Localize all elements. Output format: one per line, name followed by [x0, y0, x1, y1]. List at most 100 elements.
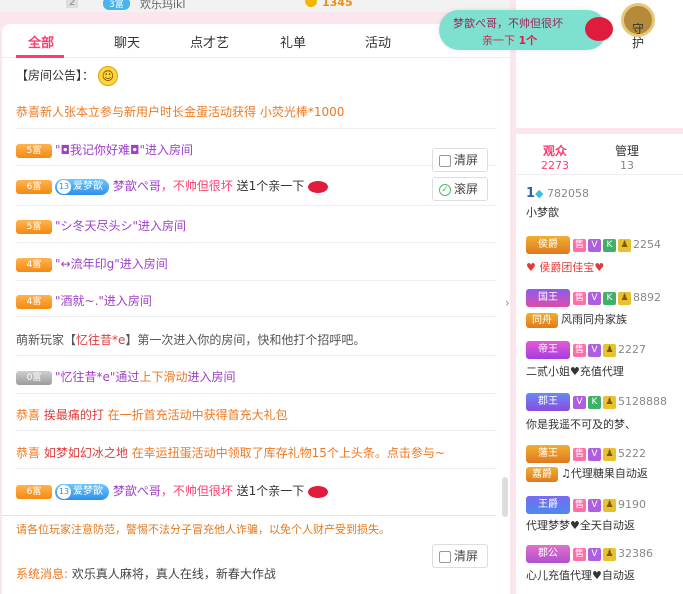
coin-icon [305, 0, 317, 7]
tab-perform[interactable]: 点才艺 [190, 32, 229, 51]
user-number: 2 [66, 0, 79, 8]
user-score: 2227 [618, 343, 646, 356]
auto-scroll-button[interactable]: ✓ 滚屏 [432, 177, 488, 201]
clear-screen-button-2[interactable]: 清屏 [432, 544, 488, 568]
vip-tag: V [588, 498, 601, 512]
tab-admin-label: 管理 [614, 144, 639, 158]
divider [16, 242, 496, 243]
announcement-label: 【房间公告】： [16, 68, 95, 83]
newbie-prefix: 萌新玩家【 [16, 333, 77, 347]
sell-tag: 售 [573, 498, 586, 512]
vip-tag: V [588, 343, 601, 357]
sell-tag: 售 [573, 343, 586, 357]
chat-message: 0富 "忆往昔*e"通过上下滑动进入房间 [16, 368, 235, 385]
wealth-badge: 3富 [103, 0, 130, 10]
newbie-suffix: 】第一次进入你的房间，快和他打个招呼吧。 [125, 333, 366, 347]
clear-screen-button[interactable]: 清屏 [432, 148, 488, 172]
enter-text: "酒就~."进入房间 [55, 294, 152, 308]
chat-message[interactable]: 恭喜 挨最痛的打 在一折首充活动中获得首充大礼包 [16, 406, 288, 423]
chat-panel: 全部 聊天 点才艺 礼单 活动 【房间公告】： ☺ 恭喜新人张本立参与新用户时长… [2, 24, 510, 594]
user-row-1[interactable]: 1◆ 782058 [526, 186, 589, 201]
user-name[interactable]: 心儿充值代理♥自动返 [526, 567, 635, 583]
tab-chat[interactable]: 聊天 [114, 32, 140, 51]
system-text: 欢乐真人麻将，真人在线，新春大作战 [68, 567, 276, 581]
congrats-suffix: 在一折首充活动中获得首充大礼包 [103, 408, 288, 422]
kiss-lips-icon [308, 485, 329, 498]
congrats-prefix: 恭喜 [16, 408, 44, 422]
top-strip: 2 3富 欢乐玛ikl 1345 [0, 0, 510, 12]
user-name[interactable]: 你是我遥不可及的梦、 [526, 416, 636, 432]
divider [2, 515, 496, 516]
tab-admin[interactable]: 管理 13 [602, 142, 652, 172]
user-row-7[interactable]: 王爵售 V ♟ 9190 [526, 496, 646, 514]
diamond-icon: ◆ [535, 187, 544, 200]
chat-message: 5富 "シ冬天尽头シ"进入房间 [16, 217, 186, 234]
enter-text: "◘我记你好难◘"进入房间 [55, 143, 194, 157]
enter-action: 上下滑动 [139, 370, 188, 384]
user-name-row[interactable]: 同舟 风雨同舟家族 [526, 311, 627, 328]
toast-gift-name: 亲一下 [482, 34, 515, 47]
chat-tabs: 全部 聊天 点才艺 礼单 活动 [2, 24, 510, 58]
user-name[interactable]: 欢乐玛ikl [140, 0, 185, 12]
user-score: 9190 [618, 498, 646, 511]
noble-crown-icon: 国王 [526, 289, 570, 307]
noble-crown-icon: 郡公 [526, 545, 570, 563]
tab-activity[interactable]: 活动 [365, 32, 391, 51]
user-row-4[interactable]: 帝王售 V ♟ 2227 [526, 341, 646, 359]
guard-label[interactable]: 守护 [628, 22, 648, 50]
chat-message: 6富 13 爱梦歆 梦歆ぺ哥，不帅但很坏 送1个亲一下 [16, 482, 329, 500]
divider [16, 468, 496, 469]
user-name[interactable]: ♥ 侯爵团佳宝♥ [526, 259, 604, 275]
user-score: 2254 [633, 238, 661, 251]
divider [16, 165, 496, 166]
chat-message: 4富 "↔流年印g"进入房间 [16, 255, 168, 272]
user-name[interactable]: 小梦歆 [526, 204, 559, 220]
gift-text: 送1个亲一下 [232, 484, 305, 498]
divider [16, 316, 496, 317]
chat-message: 5富 "◘我记你好难◘"进入房间 [16, 141, 193, 158]
fan-badge-label: 爱梦歆 [73, 180, 103, 192]
user-name[interactable]: 二贰小姐♥充值代理 [526, 363, 624, 379]
user-level-icon: ♟ [618, 291, 631, 305]
check-circle-icon: ✓ [439, 183, 451, 196]
wealth-badge: 5富 [16, 219, 52, 234]
sender-name[interactable]: 梦歆ぺ哥 [113, 179, 161, 193]
user-row-3[interactable]: 国王售 V K ♟ 8892 [526, 289, 661, 307]
user-name: 风雨同舟家族 [561, 313, 627, 326]
chat-message[interactable]: 恭喜 如梦如幻冰之地 在幸运扭蛋活动中领取了库存礼物15个上头条。点击参与~ [16, 444, 445, 461]
user-level-icon: ♟ [618, 238, 631, 252]
chat-message: 4富 "酒就~."进入房间 [16, 292, 152, 309]
user-level-icon: ♟ [603, 547, 616, 561]
audience-panel: 观众 2273 管理 13 1◆ 782058 小梦歆 侯爵售 V K ♟ 2254 ♥ 侯… [516, 134, 683, 594]
k-tag: K [588, 395, 601, 409]
tab-audience-label: 观众 [542, 144, 567, 158]
user-name-row[interactable]: 嘉爵 ♫代理糖果自动返 [526, 465, 648, 482]
enter-prefix: "忆往昔*e"通过 [55, 370, 140, 384]
noble-crown-icon: 侯爵 [526, 236, 570, 254]
sender-name-suffix: ，不帅但很坏 [160, 484, 233, 498]
user-row-6[interactable]: 藩王售 V ♟ 5222 [526, 445, 646, 463]
scrollbar-thumb[interactable] [502, 477, 508, 517]
tab-gift-list[interactable]: 礼单 [280, 32, 306, 51]
enter-text: "↔流年印g"进入房间 [55, 257, 168, 271]
tab-all[interactable]: 全部 [28, 32, 54, 51]
user-row-2[interactable]: 侯爵售 V K ♟ 2254 [526, 236, 661, 254]
chat-message: 恭喜新人张本立参与新用户时长金蛋活动获得 小荧光棒*1000 [16, 105, 345, 119]
vip-tag: V [573, 395, 586, 409]
audience-count: 2273 [541, 159, 569, 172]
fan-level: 13 [57, 484, 71, 499]
congrats-prefix: 恭喜 [16, 446, 44, 460]
user-row-5[interactable]: 郡王 V K ♟ 5128888 [526, 393, 667, 411]
tab-audience[interactable]: 观众 2273 [530, 142, 580, 172]
fan-level: 13 [57, 179, 71, 194]
system-label: 系统消息: [16, 567, 69, 581]
divider [16, 205, 496, 206]
sell-tag: 售 [573, 547, 586, 561]
sender-name[interactable]: 梦歆ぺ哥 [113, 484, 161, 498]
toast-sender: 梦歆ぺ哥，不帅但很坏 [453, 17, 563, 30]
user-score: 8892 [633, 291, 661, 304]
user-score: 5128888 [618, 395, 667, 408]
user-row-8[interactable]: 郡公售 V ♟ 32386 [526, 545, 653, 563]
user-name[interactable]: 代理梦梦♥全天自动返 [526, 517, 635, 533]
newbie-name[interactable]: 忆往昔*e [76, 333, 125, 347]
